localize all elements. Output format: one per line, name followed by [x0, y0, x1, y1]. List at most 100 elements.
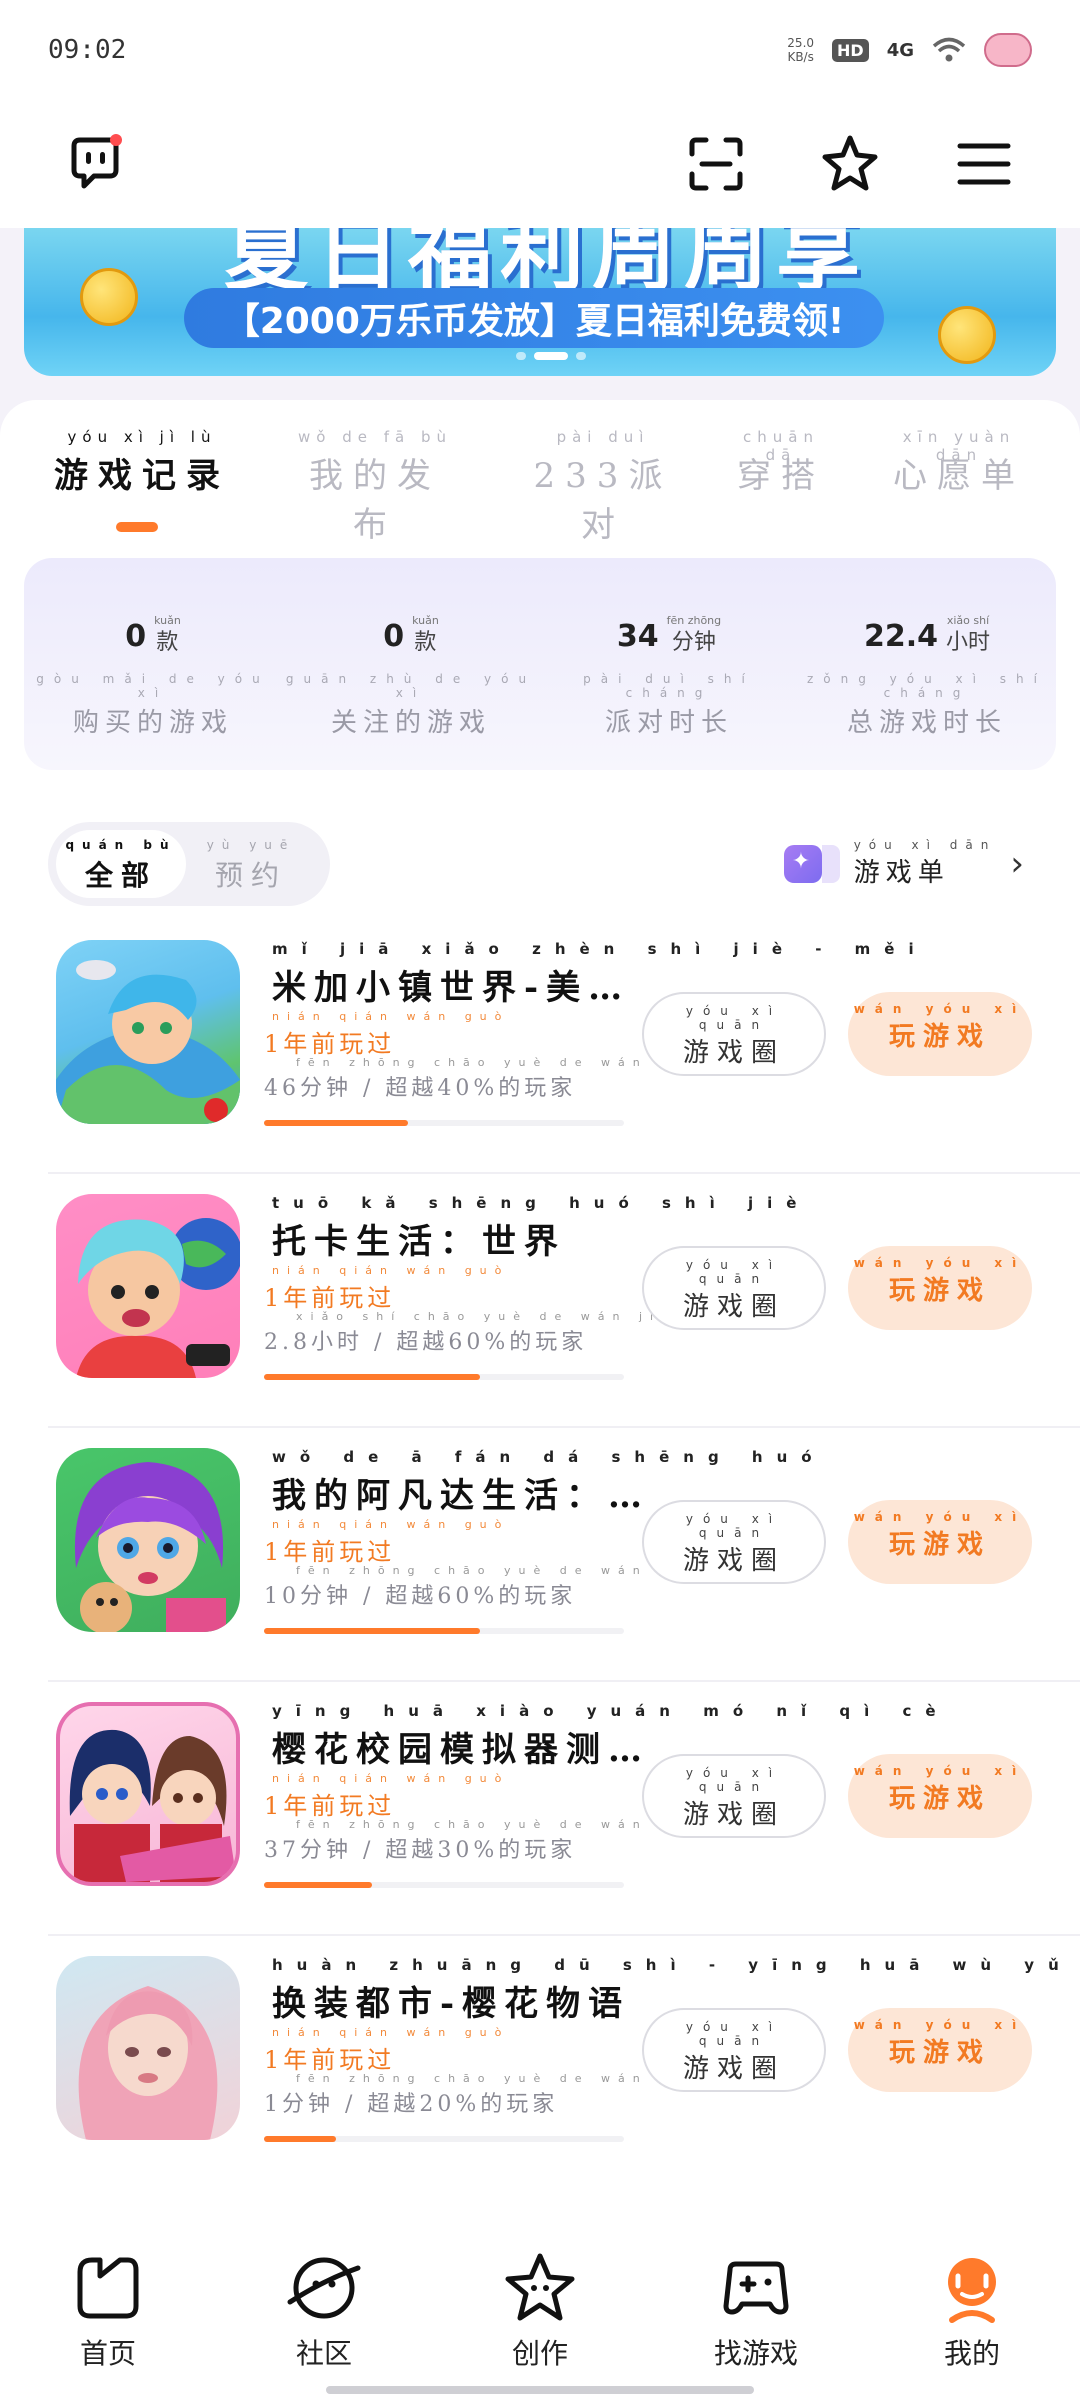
game-row[interactable]: yīng huā xiào yuán mó nǐ qì cè 樱花校园模拟器测…… [48, 1682, 1080, 1936]
stat-total-play-time[interactable]: 22.4 xiǎo shí 小时 zǒng yóu xì shí cháng 总游戏… [798, 610, 1056, 739]
scan-icon[interactable] [680, 128, 752, 200]
stack-decor [821, 844, 840, 883]
game-row[interactable]: wǒ de ā fán dá shēng huó 我的阿凡达生活：… nián … [48, 1428, 1080, 1682]
last-played: 1年前玩过 [264, 1284, 396, 1312]
game-title-pinyin: mǐ jiā xiǎo zhèn shì jiè - měi [272, 940, 928, 958]
play-game-button[interactable]: wán yóu xì 玩游戏 [848, 1246, 1032, 1330]
tab-pinyin: xīn yuàn dān [902, 428, 1016, 464]
filter-label: 全部 [84, 859, 157, 892]
game-title: 托卡生活：世界 [272, 1222, 566, 1262]
pagination-dot-active [534, 352, 568, 360]
play-game-button[interactable]: wán yóu xì 玩游戏 [848, 1500, 1032, 1584]
game-thumbnail[interactable] [56, 1194, 240, 1378]
promo-banner[interactable]: 夏日福利周周享 【2000万乐币发放】夏日福利免费领! [24, 228, 1056, 376]
game-row[interactable]: mǐ jiā xiǎo zhèn shì jiè - měi 米加小镇世界-美…… [48, 920, 1080, 1174]
stat-unit: 分钟 [671, 630, 716, 655]
game-list-pinyin: yóu xì dān [853, 838, 997, 852]
last-played-pinyin: nián qián wán guò [272, 1264, 510, 1277]
button-label: 玩游戏 [888, 2038, 991, 2068]
game-title: 我的阿凡达生活：… [272, 1476, 650, 1516]
filter-all[interactable]: quán bù 全部 [56, 830, 186, 898]
top-bar [0, 100, 1080, 228]
filter-segmented-control: quán bù 全部 yù yuē 预约 [48, 822, 330, 906]
stat-label: 购买的游戏 [72, 708, 233, 738]
tab-pinyin: pài duì [556, 428, 650, 446]
nav-community[interactable]: 社区 [216, 2248, 432, 2400]
stat-unit: 款 [414, 630, 437, 655]
stat-value: 34 [616, 619, 659, 654]
last-played-pinyin: nián qián wán guò [272, 1772, 510, 1785]
tab-game-record[interactable]: yóu xì jì lù 游戏记录 [52, 428, 232, 497]
home-indicator[interactable] [326, 2386, 754, 2394]
coin-icon [938, 306, 996, 364]
stat-label-pinyin: guān zhù de yóu xì [285, 672, 537, 700]
stat-label-pinyin: pài duì shí cháng [583, 672, 755, 700]
star-favorites-icon[interactable] [814, 128, 886, 200]
stat-unit-pinyin: fēn zhōng [666, 614, 722, 627]
game-thumbnail[interactable] [56, 1448, 240, 1632]
game-list-link[interactable]: yóu xì dān 游戏单 › [783, 838, 1024, 889]
game-circle-button[interactable]: yóu xì quān 游戏圈 [642, 2008, 826, 2092]
game-circle-button[interactable]: yóu xì quān 游戏圈 [642, 1246, 826, 1330]
nav-home[interactable]: 首页 [0, 2248, 216, 2400]
play-stats-pinyin: fēn zhōng chāo yuè de wán jiā [296, 2072, 697, 2085]
nav-create[interactable]: 创作 [432, 2248, 648, 2400]
play-game-button[interactable]: wán yóu xì 玩游戏 [848, 2008, 1032, 2092]
last-played: 1年前玩过 [264, 1792, 396, 1820]
message-icon[interactable] [60, 128, 132, 200]
game-thumbnail[interactable] [56, 940, 240, 1124]
net-speed-value: 25.0 [787, 36, 815, 50]
tab-wishlist[interactable]: xīn yuàn dān 心愿单 [884, 428, 1034, 497]
tab-label: 心愿单 [893, 456, 1025, 496]
tab-233-party[interactable]: pài duì 233派对 [528, 428, 678, 546]
pagination-dot [516, 352, 526, 360]
stat-unit: 小时 [946, 630, 991, 655]
play-stats: 1分钟 / 超越20%的玩家 [264, 2092, 559, 2117]
play-stats: 10分钟 / 超越60%的玩家 [264, 1584, 577, 1609]
button-label: 游戏圈 [682, 1546, 785, 1576]
button-pinyin: wán yóu xì [853, 1002, 1027, 1016]
play-stats: 2.8小时 / 超越60%的玩家 [264, 1330, 588, 1355]
button-pinyin: wán yóu xì [853, 1510, 1027, 1524]
button-pinyin: yóu xì quān [685, 1766, 783, 1794]
button-pinyin: yóu xì quān [685, 1004, 783, 1032]
nav-find-games[interactable]: 找游戏 [648, 2248, 864, 2400]
play-progress-bar [264, 1628, 624, 1634]
game-circle-button[interactable]: yóu xì quān 游戏圈 [642, 992, 826, 1076]
menu-icon[interactable] [948, 128, 1020, 200]
filter-label: 预约 [214, 859, 287, 892]
tab-outfits[interactable]: chuān dā 穿搭 [726, 428, 836, 497]
game-thumbnail[interactable] [56, 1702, 240, 1886]
game-circle-button[interactable]: yóu xì quān 游戏圈 [642, 1754, 826, 1838]
status-time: 09:02 [48, 35, 127, 65]
play-game-button[interactable]: wán yóu xì 玩游戏 [848, 992, 1032, 1076]
stat-followed-games[interactable]: 0 kuǎn 款 guān zhù de yóu xì 关注的游戏 [282, 610, 540, 739]
stat-purchased-games[interactable]: 0 kuǎn 款 gòu mǎi de yóu xì 购买的游戏 [24, 610, 282, 739]
net-speed-unit: KB/s [787, 50, 814, 64]
filter-reserved[interactable]: yù yuē 预约 [186, 830, 316, 898]
stat-party-duration[interactable]: 34 fēn zhōng 分钟 pài duì shí cháng 派对时长 [540, 610, 798, 739]
game-thumbnail[interactable] [56, 1956, 240, 2140]
tab-pinyin: wǒ de fā bù [297, 428, 452, 446]
game-title-pinyin: yīng huā xiào yuán mó nǐ qì cè [272, 1702, 950, 1720]
create-star-icon [432, 2248, 648, 2328]
game-row[interactable]: tuō kǎ shēng huó shì jiè 托卡生活：世界 nián qi… [48, 1174, 1080, 1428]
stat-value: 22.4 [863, 619, 938, 654]
stats-panel: 0 kuǎn 款 gòu mǎi de yóu xì 购买的游戏 0 kuǎn 款 gu… [24, 558, 1056, 770]
signal-icon: 4G [886, 39, 914, 61]
nav-profile[interactable]: 我的 [864, 2248, 1080, 2400]
banner-pagination [516, 352, 586, 360]
home-icon [0, 2248, 216, 2328]
play-game-button[interactable]: wán yóu xì 玩游戏 [848, 1754, 1032, 1838]
game-row[interactable]: huàn zhuāng dū shì - yīng huā wù yǔ 换装都市… [48, 1936, 1080, 2190]
status-icons: 25.0 KB/s HD 4G [787, 33, 1032, 67]
tab-label: 233派对 [533, 456, 673, 545]
button-pinyin: wán yóu xì [853, 1256, 1027, 1270]
stat-label-pinyin: gòu mǎi de yóu xì [36, 672, 270, 700]
last-played: 1年前玩过 [264, 1030, 396, 1058]
game-circle-button[interactable]: yóu xì quān 游戏圈 [642, 1500, 826, 1584]
tab-my-posts[interactable]: wǒ de fā bù 我的发布 [290, 428, 460, 546]
tab-label: 游戏记录 [54, 456, 230, 496]
nav-label: 找游戏 [713, 2337, 798, 2370]
stat-label-pinyin: zǒng yóu xì shí cháng [807, 672, 1047, 700]
